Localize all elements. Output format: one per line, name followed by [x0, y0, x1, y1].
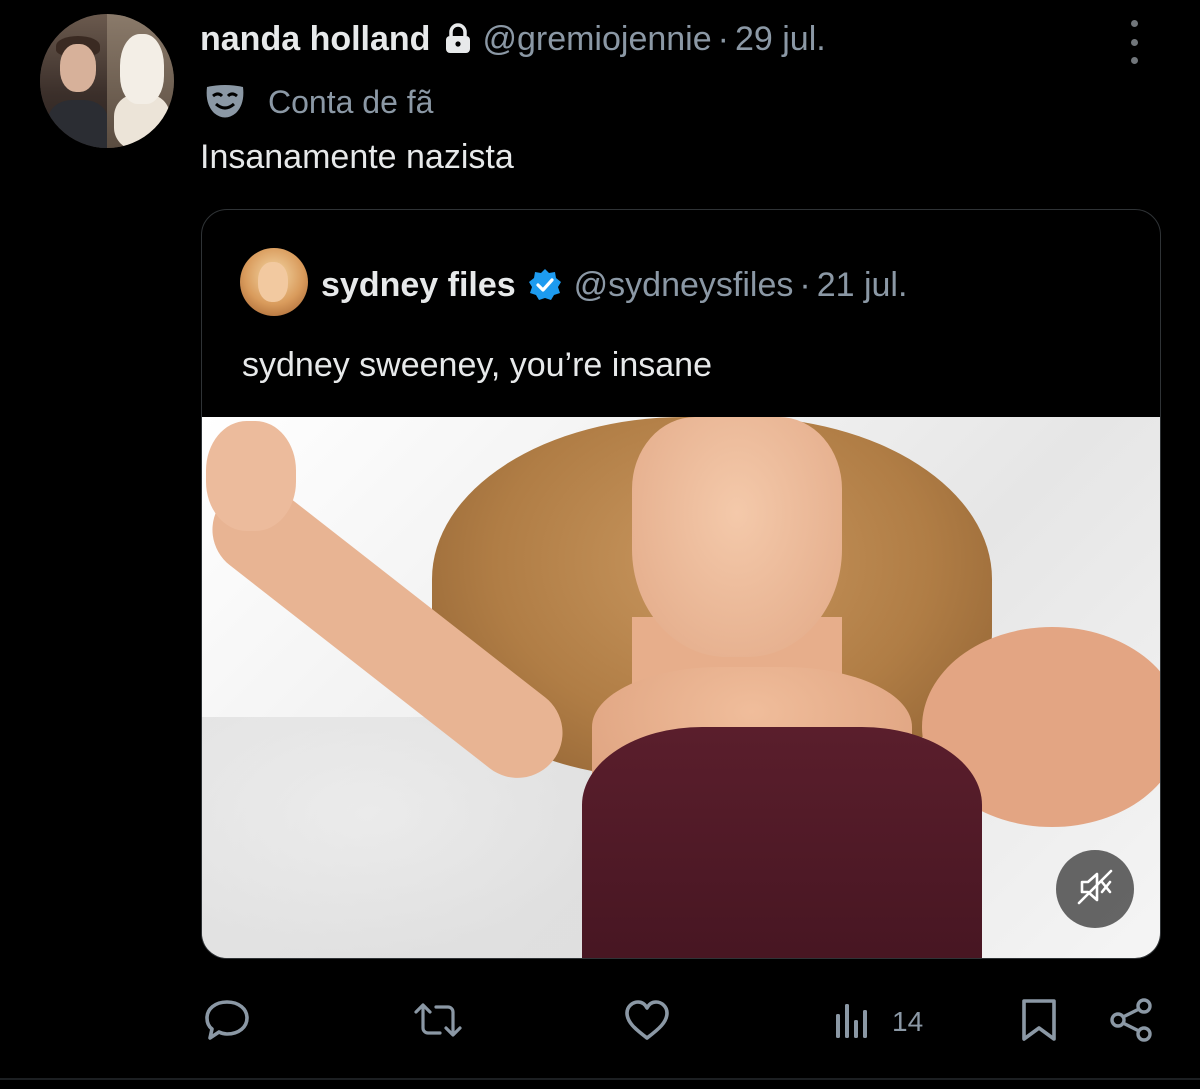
post-date[interactable]: 29 jul. — [735, 20, 826, 59]
quoted-post-text: sydney sweeney, you’re insane — [242, 346, 712, 384]
separator-dot: · — [717, 19, 729, 58]
heart-icon — [623, 998, 671, 1047]
more-options-icon[interactable] — [1122, 20, 1146, 64]
action-bar: 14 — [0, 990, 1200, 1054]
post: nanda holland @gremiojennie · 29 jul. Co… — [0, 0, 1200, 1089]
author-handle[interactable]: @gremiojennie — [482, 20, 711, 59]
fan-account-label: Conta de fã — [268, 83, 434, 120]
bookmark-button[interactable] — [1018, 990, 1060, 1054]
post-header: nanda holland @gremiojennie · 29 jul. — [200, 16, 826, 62]
author-avatar[interactable] — [40, 14, 174, 148]
share-icon — [1108, 996, 1156, 1049]
reply-icon — [203, 998, 251, 1047]
unmute-button[interactable] — [1056, 850, 1134, 928]
reply-button[interactable] — [203, 990, 251, 1054]
mask-icon — [204, 84, 246, 120]
verified-badge-icon — [528, 268, 562, 302]
quoted-author-avatar[interactable] — [240, 248, 308, 316]
repost-icon — [412, 998, 464, 1047]
like-button[interactable] — [623, 990, 671, 1054]
quoted-video[interactable] — [202, 417, 1160, 958]
lock-icon — [444, 23, 472, 55]
muted-speaker-icon — [1075, 867, 1115, 912]
bookmark-icon — [1018, 997, 1060, 1048]
quoted-author-handle[interactable]: @sydneysfiles — [574, 266, 794, 305]
author-display-name[interactable]: nanda holland — [200, 20, 430, 59]
quoted-post-header: sydney files @sydneysfiles · 21 jul. — [321, 262, 907, 308]
post-text: Insanamente nazista — [200, 138, 514, 176]
views-chart-icon — [834, 1000, 878, 1045]
share-button[interactable] — [1108, 990, 1156, 1054]
repost-button[interactable] — [412, 990, 464, 1054]
views-count: 14 — [892, 1006, 924, 1037]
quoted-post[interactable]: sydney files @sydneysfiles · 21 jul. syd… — [201, 209, 1161, 959]
separator-dot: · — [799, 265, 811, 304]
divider — [0, 1078, 1200, 1080]
quoted-author-display-name[interactable]: sydney files — [321, 266, 516, 305]
fan-account-badge: Conta de fã — [204, 80, 433, 124]
views-button[interactable]: 14 — [834, 990, 923, 1054]
quoted-post-date[interactable]: 21 jul. — [817, 266, 908, 305]
